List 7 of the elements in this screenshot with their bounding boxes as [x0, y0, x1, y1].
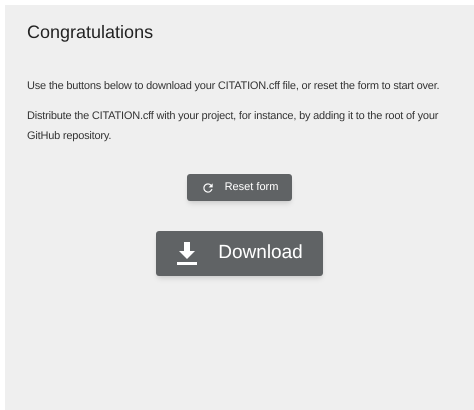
paragraph: Distribute the CITATION.cff with your project, for instance, by adding it to the root of your GitHub repository.	[27, 109, 440, 144]
reset-button[interactable]: Reset form	[186, 174, 292, 201]
page-title: Congratulations	[27, 21, 154, 44]
refresh-icon	[200, 180, 215, 194]
download-button[interactable]: Download	[156, 231, 323, 276]
download-icon	[176, 242, 198, 266]
paragraph: Use the buttons below to download your CITATION.cff file, or reset the form to start over.	[27, 79, 440, 94]
